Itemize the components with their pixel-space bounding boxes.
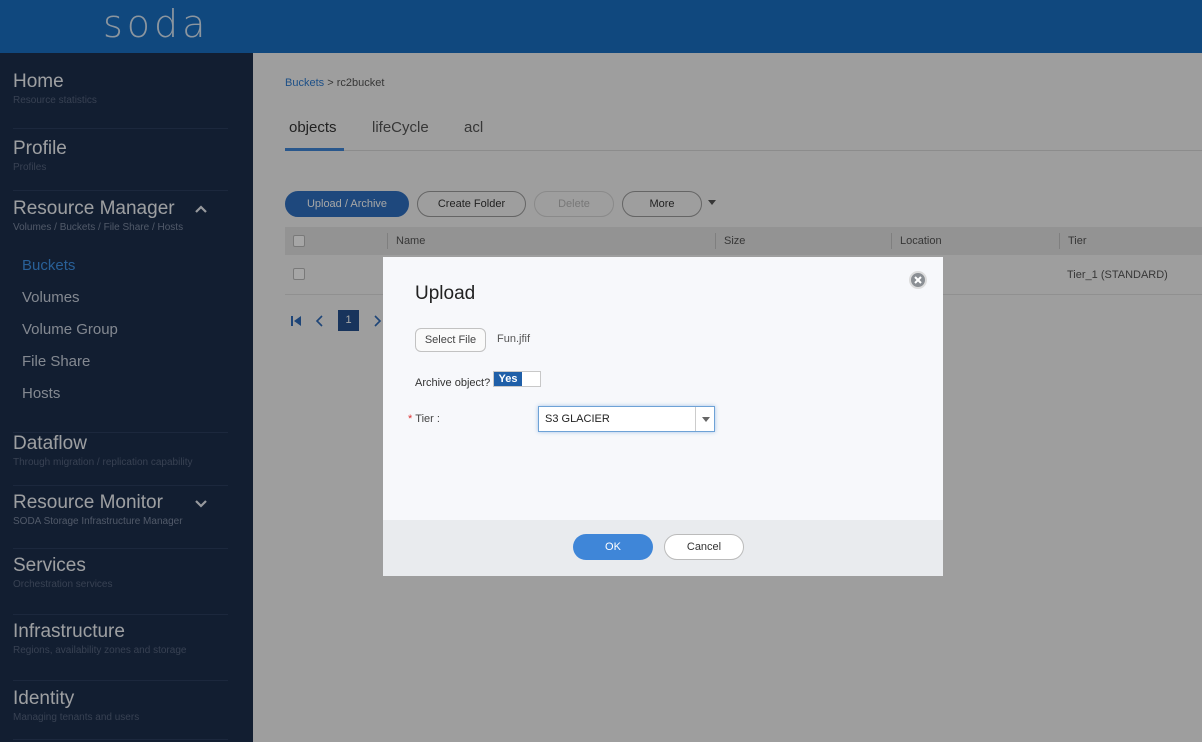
tier-select[interactable]: S3 GLACIER (538, 406, 715, 432)
tier-label: * Tier : (408, 413, 440, 425)
selected-file-name: Fun.jfif (497, 333, 531, 345)
ok-button[interactable]: OK (573, 534, 653, 560)
archive-object-label: Archive object? (415, 377, 491, 389)
toggle-on-label: Yes (494, 372, 522, 386)
cancel-button[interactable]: Cancel (664, 534, 744, 560)
required-marker: * (408, 413, 413, 425)
archive-object-toggle[interactable]: Yes (493, 371, 541, 387)
select-file-button[interactable]: Select File (415, 328, 486, 352)
dialog-body: Upload Select File Fun.jfif Archive obje… (383, 257, 943, 520)
dialog-title: Upload (415, 283, 476, 304)
dialog-footer: OK Cancel (383, 520, 943, 576)
upload-dialog: Upload Select File Fun.jfif Archive obje… (383, 257, 943, 576)
chevron-down-icon (702, 417, 710, 422)
close-icon (914, 276, 922, 284)
tier-dropdown-toggle[interactable] (695, 407, 715, 431)
tier-selected-value: S3 GLACIER (545, 413, 610, 425)
close-button[interactable] (909, 271, 927, 289)
tier-label-text: Tier : (415, 413, 440, 425)
